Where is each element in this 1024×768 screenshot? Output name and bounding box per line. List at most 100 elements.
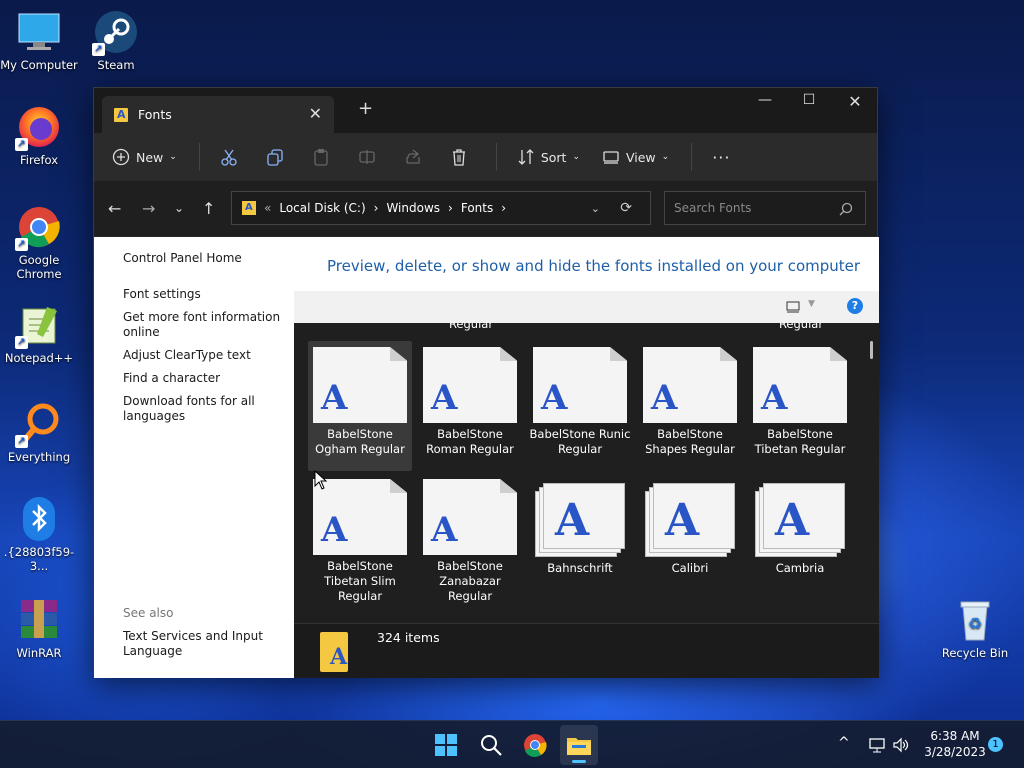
- file-explorer-window[interactable]: A Fonts ✕ + — ☐ ✕ New ⌄ Sort ⌄ View ⌄ ··…: [93, 87, 879, 678]
- left-task-pane: Control Panel Home Font settings Get mor…: [94, 237, 294, 678]
- rename-button[interactable]: [358, 148, 382, 166]
- desktop-icon-google-chrome[interactable]: ↗ Google Chrome: [0, 205, 78, 281]
- minimize-button[interactable]: —: [742, 92, 788, 108]
- breadcrumb-separator[interactable]: ›: [448, 201, 453, 215]
- mouse-cursor-icon: [314, 470, 328, 490]
- more-options-button[interactable]: ···: [712, 148, 730, 167]
- font-name: Cambria: [775, 561, 825, 575]
- forward-button[interactable]: →: [142, 199, 155, 218]
- address-bar[interactable]: A « Local Disk (C:) › Windows › Fonts › …: [231, 191, 651, 225]
- cut-button[interactable]: [220, 148, 244, 166]
- desktop-icon-everything[interactable]: ↗ Everything: [0, 402, 78, 464]
- page-heading: Preview, delete, or show and hide the fo…: [294, 237, 879, 291]
- fonts-main-pane: Preview, delete, or show and hide the fo…: [294, 237, 879, 678]
- view-label: View: [625, 149, 656, 165]
- breadcrumb-fonts[interactable]: Fonts: [461, 201, 493, 215]
- font-family-icon: A: [645, 483, 735, 557]
- font-file-icon: A: [753, 347, 847, 423]
- desktop-icon-steam[interactable]: ↗ Steam: [77, 10, 155, 72]
- desktop-icon-recycle-bin[interactable]: ♻ Recycle Bin: [936, 598, 1014, 660]
- desktop-icon-my-computer[interactable]: My Computer: [0, 10, 78, 72]
- font-name: BabelStone Ogham Regular: [315, 427, 405, 456]
- address-dropdown-icon[interactable]: ⌄: [591, 202, 600, 215]
- network-icon[interactable]: [868, 737, 886, 753]
- font-item[interactable]: A Bahnschrift: [528, 483, 632, 576]
- show-hidden-icons-button[interactable]: ^: [838, 735, 850, 751]
- close-window-button[interactable]: ✕: [832, 92, 878, 111]
- divider: [198, 143, 200, 171]
- start-button[interactable]: [434, 733, 458, 757]
- font-name: BabelStone Zanabazar Regular: [437, 559, 503, 603]
- close-tab-icon[interactable]: ✕: [309, 104, 322, 123]
- chevron-down-icon: ⌄: [661, 152, 670, 162]
- breadcrumb-overflow[interactable]: «: [264, 201, 271, 215]
- font-item[interactable]: A BabelStone Runic Regular: [528, 347, 632, 457]
- font-family-icon: A: [755, 483, 845, 557]
- new-button[interactable]: New ⌄: [112, 148, 177, 166]
- up-button[interactable]: ↑: [202, 199, 215, 218]
- title-bar[interactable]: A Fonts ✕ + — ☐ ✕: [94, 88, 877, 133]
- font-item[interactable]: A BabelStone Shapes Regular: [638, 347, 742, 457]
- chevron-down-icon[interactable]: ▼: [808, 299, 815, 309]
- sort-button[interactable]: Sort ⌄: [517, 148, 580, 166]
- font-item[interactable]: A BabelStone Zanabazar Regular: [418, 479, 522, 604]
- link-get-more-font-info[interactable]: Get more font information online: [123, 310, 283, 340]
- link-font-settings[interactable]: Font settings: [123, 287, 283, 302]
- share-button[interactable]: [404, 148, 428, 166]
- vertical-scrollbar[interactable]: [870, 341, 873, 359]
- trash-icon: [452, 149, 465, 166]
- shortcut-arrow-icon: ↗: [15, 336, 28, 349]
- font-item[interactable]: A Calibri: [638, 483, 742, 576]
- clock[interactable]: 6:38 AM 3/28/2023: [920, 728, 990, 760]
- link-control-panel-home[interactable]: Control Panel Home: [123, 251, 283, 266]
- shortcut-arrow-icon: ↗: [15, 435, 28, 448]
- navigation-bar: ← → ⌄ ↑ A « Local Disk (C:) › Windows › …: [94, 181, 877, 237]
- new-tab-button[interactable]: +: [358, 98, 373, 119]
- font-file-icon: A: [533, 347, 627, 423]
- taskbar-search-button[interactable]: [479, 733, 503, 761]
- taskbar-file-explorer-button[interactable]: [560, 725, 598, 765]
- breadcrumb-windows[interactable]: Windows: [386, 201, 440, 215]
- maximize-button[interactable]: ☐: [786, 92, 832, 108]
- desktop-icon-label: Google Chrome: [16, 253, 62, 281]
- font-item[interactable]: A Cambria: [748, 483, 852, 576]
- copy-button[interactable]: [266, 148, 290, 166]
- link-text-services[interactable]: Text Services and Input Language: [123, 629, 283, 659]
- font-item[interactable]: A BabelStone Tibetan Slim Regular: [308, 479, 412, 604]
- taskbar-chrome-button[interactable]: [523, 733, 547, 761]
- back-button[interactable]: ←: [108, 199, 121, 218]
- details-pane: A 324 items: [294, 623, 879, 678]
- change-view-icon[interactable]: [786, 301, 800, 313]
- search-input[interactable]: Search Fonts: [664, 191, 866, 225]
- divider: [691, 143, 693, 171]
- link-adjust-cleartype[interactable]: Adjust ClearType text: [123, 348, 283, 363]
- desktop-icon-winrar[interactable]: WinRAR: [0, 598, 78, 660]
- desktop-icon-firefox[interactable]: ↗ Firefox: [0, 105, 78, 167]
- paste-button[interactable]: [312, 148, 336, 166]
- new-label: New: [136, 149, 164, 165]
- link-download-fonts[interactable]: Download fonts for all languages: [123, 394, 283, 424]
- view-button[interactable]: View ⌄: [602, 148, 669, 166]
- link-find-character[interactable]: Find a character: [123, 371, 283, 386]
- item-count: 324 items: [377, 630, 440, 645]
- desktop-icon-label: Notepad++: [4, 351, 74, 365]
- breadcrumb-local-disk[interactable]: Local Disk (C:): [279, 201, 365, 215]
- tab-fonts[interactable]: A Fonts ✕: [102, 96, 334, 133]
- view-icon: [603, 151, 619, 164]
- font-item[interactable]: A BabelStone Roman Regular: [418, 347, 522, 457]
- font-item[interactable]: A BabelStone Tibetan Regular: [748, 347, 852, 457]
- font-item[interactable]: A BabelStone Ogham Regular: [308, 341, 412, 471]
- help-button[interactable]: ?: [847, 298, 863, 314]
- breadcrumb-separator[interactable]: ›: [374, 201, 379, 215]
- volume-icon[interactable]: [892, 737, 910, 753]
- delete-button[interactable]: [450, 148, 474, 166]
- desktop-icon-bluetooth[interactable]: .{28803f59-3...: [0, 497, 78, 573]
- desktop-icon-notepad-plus-plus[interactable]: ↗ Notepad++: [0, 303, 78, 365]
- recent-locations-chevron-icon[interactable]: ⌄: [174, 201, 184, 215]
- view-options-bar: ▼ ?: [294, 291, 879, 323]
- divider: [495, 143, 497, 171]
- refresh-icon[interactable]: ⟳: [620, 200, 632, 216]
- notification-badge[interactable]: 1: [988, 737, 1003, 752]
- breadcrumb-separator[interactable]: ›: [501, 201, 506, 215]
- recycle-bin-icon: ♻: [953, 598, 997, 642]
